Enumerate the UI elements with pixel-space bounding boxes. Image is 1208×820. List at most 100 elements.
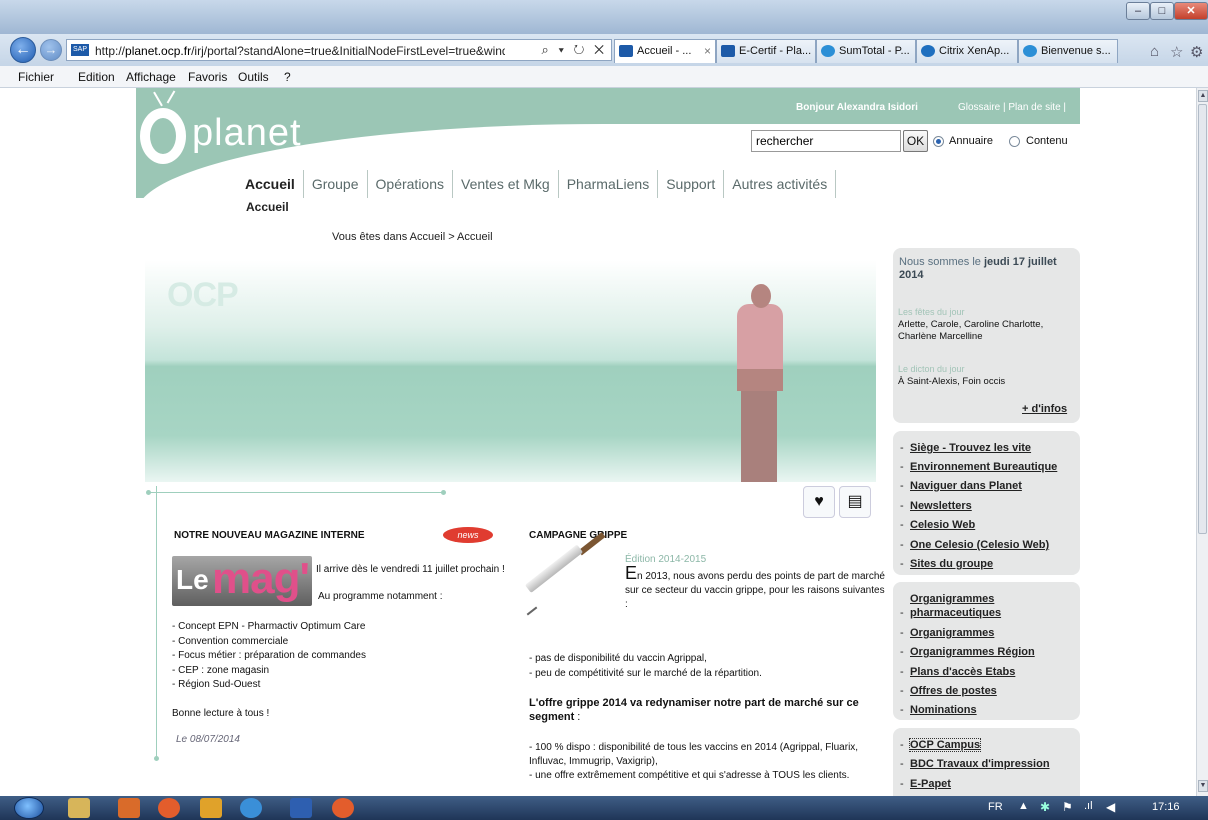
arrow-right-icon: → <box>44 42 58 57</box>
tab-e-certif[interactable]: E-Certif - Pla... <box>716 39 816 63</box>
list-item: - peu de compétitivité sur le marché de … <box>529 667 762 679</box>
grippe-body: En 2013, nous avons perdu des points de … <box>625 563 885 612</box>
link-nominations[interactable]: - Nominations <box>900 704 977 716</box>
today-date: Nous sommes le jeudi 17 juillet 2014 <box>899 256 1074 282</box>
search-input[interactable] <box>751 130 901 152</box>
link-sites-groupe[interactable]: - Sites du groupe <box>900 558 993 570</box>
nav-pharmaliens[interactable]: PharmaLiens <box>559 170 659 198</box>
list-item: - Concept EPN - Pharmactiv Optimum Care <box>172 621 366 632</box>
media-icon[interactable] <box>118 798 140 818</box>
nav-support[interactable]: Support <box>658 170 725 198</box>
link-ocp-campus[interactable]: - OCP Campus <box>900 738 982 752</box>
subnav-accueil[interactable]: Accueil <box>246 200 289 214</box>
ie-icon[interactable] <box>240 798 262 818</box>
scroll-up-icon[interactable]: ▲ <box>1198 90 1208 102</box>
address-buttons[interactable]: ⌕ ▾ ↻ ✕ <box>542 42 607 58</box>
star-icon[interactable]: ☆ <box>1170 43 1183 61</box>
tab-bienvenue[interactable]: Bienvenue s... <box>1018 39 1118 63</box>
link-e-papet[interactable]: - E-Papet <box>900 778 951 790</box>
radio-annuaire[interactable] <box>933 136 944 147</box>
magazine-date: Le 08/07/2014 <box>176 734 240 745</box>
menu-help[interactable]: ? <box>284 70 291 84</box>
gear-icon[interactable]: ⚙ <box>1190 43 1203 61</box>
close-window-button[interactable]: ✕ <box>1174 2 1208 20</box>
logo-ring-icon <box>140 108 186 164</box>
nav-accueil[interactable]: Accueil <box>237 170 304 198</box>
divider-line <box>156 486 157 760</box>
link-offres-postes[interactable]: - Offres de postes <box>900 685 997 697</box>
header-links[interactable]: Glossaire | Plan de site | <box>958 102 1066 113</box>
arrow-left-icon: ← <box>15 41 31 58</box>
back-button[interactable]: ← <box>10 37 36 63</box>
fetes-label: Les fêtes du jour <box>898 307 965 317</box>
tab-accueil[interactable]: Accueil - ... × <box>614 39 716 63</box>
tab-citrix[interactable]: Citrix XenAp... <box>916 39 1018 63</box>
windows-taskbar: FR ▲ ✱ ⚑ .ıl ◀ 17:16 <box>0 796 1208 820</box>
forward-button[interactable]: → <box>40 39 62 61</box>
explorer-icon[interactable] <box>68 798 90 818</box>
taskbar-clock[interactable]: 17:16 <box>1152 801 1180 813</box>
signal-icon[interactable]: .ıl <box>1084 800 1093 812</box>
tray-flag-icon[interactable]: ⚑ <box>1062 800 1073 814</box>
nav-autres[interactable]: Autres activités <box>724 170 837 198</box>
browser-menubar: Fichier Edition Affichage Favoris Outils… <box>0 66 1208 88</box>
firefox-icon[interactable] <box>332 798 354 818</box>
link-celesio-web[interactable]: - Celesio Web <box>900 519 975 531</box>
ie-icon <box>1023 45 1037 57</box>
magazine-closing: Bonne lecture à tous ! <box>172 708 270 719</box>
link-environnement[interactable]: - Environnement Bureautique <box>900 461 1057 473</box>
minimize-button[interactable]: – <box>1126 2 1150 20</box>
firefox-icon[interactable] <box>158 798 180 818</box>
link-siege[interactable]: - Siège - Trouvez les vite <box>900 442 1031 454</box>
volume-icon[interactable]: ◀ <box>1106 800 1115 814</box>
link-organigrammes[interactable]: - Organigrammes <box>900 627 994 639</box>
le-mag-logo[interactable]: Le mag' <box>172 554 312 606</box>
tab-close-icon[interactable]: × <box>704 40 711 62</box>
link-naviguer[interactable]: - Naviguer dans Planet <box>900 480 1022 492</box>
address-url[interactable]: http://planet.ocp.fr/irj/portal?standAlo… <box>95 44 505 58</box>
tray-arrow-icon[interactable]: ▲ <box>1018 800 1029 812</box>
home-icon[interactable]: ⌂ <box>1150 43 1159 60</box>
search-ok-button[interactable]: OK <box>903 130 928 152</box>
link-newsletters[interactable]: - Newsletters <box>900 500 972 512</box>
link-one-celesio[interactable]: - One Celesio (Celesio Web) <box>900 539 1049 551</box>
url-domain: planet.ocp.fr <box>125 44 192 58</box>
menu-fichier[interactable]: Fichier <box>18 70 54 84</box>
user-greeting: Bonjour Alexandra Isidori <box>796 102 918 113</box>
logo-text: planet <box>192 112 302 154</box>
tab-sumtotal[interactable]: SumTotal - P... <box>816 39 916 63</box>
menu-edition[interactable]: Edition <box>78 70 115 84</box>
link-organigrammes-pharma-2[interactable]: - pharmaceutiques <box>900 607 1001 619</box>
scroll-down-icon[interactable]: ▼ <box>1198 780 1208 792</box>
person-silhouette <box>715 284 805 482</box>
export-doc-icon[interactable]: ▤ <box>839 486 871 518</box>
grippe-dropcap: E <box>625 563 638 583</box>
radio-contenu[interactable] <box>1009 136 1020 147</box>
more-info-link[interactable]: + d'infos <box>1022 403 1067 415</box>
tray-network-icon[interactable]: ✱ <box>1040 800 1050 814</box>
link-plans-acces[interactable]: - Plans d'accès Etabs <box>900 666 1015 678</box>
outlook-icon[interactable] <box>200 798 222 818</box>
menu-outils[interactable]: Outils <box>238 70 269 84</box>
maximize-button[interactable]: □ <box>1150 2 1174 20</box>
link-organigrammes-region[interactable]: - Organigrammes Région <box>900 646 1035 658</box>
menu-favoris[interactable]: Favoris <box>188 70 227 84</box>
link-bdc-travaux[interactable]: - BDC Travaux d'impression <box>900 758 1050 770</box>
menu-affichage[interactable]: Affichage <box>126 70 176 84</box>
grippe-highlight-suffix: : <box>574 711 581 723</box>
logo-mag: mag' <box>212 554 310 603</box>
grippe-title: CAMPAGNE GRIPPE <box>529 530 628 541</box>
start-button[interactable] <box>14 797 44 819</box>
scroll-thumb[interactable] <box>1198 104 1207 534</box>
tab-label: Bienvenue s... <box>1041 45 1111 57</box>
vertical-scrollbar[interactable]: ▲ ▼ <box>1196 88 1208 796</box>
address-bar[interactable]: SAP http://planet.ocp.fr/irj/portal?stan… <box>66 39 612 61</box>
favorite-doc-icon[interactable]: ♥ <box>803 486 835 518</box>
nav-operations[interactable]: Opérations <box>368 170 453 198</box>
link-organigrammes-pharma[interactable]: Organigrammes <box>900 593 994 605</box>
divider-dot <box>154 756 159 761</box>
nav-groupe[interactable]: Groupe <box>304 170 368 198</box>
tray-language[interactable]: FR <box>988 801 1003 813</box>
word-icon[interactable] <box>290 798 312 818</box>
nav-ventes[interactable]: Ventes et Mkg <box>453 170 559 198</box>
